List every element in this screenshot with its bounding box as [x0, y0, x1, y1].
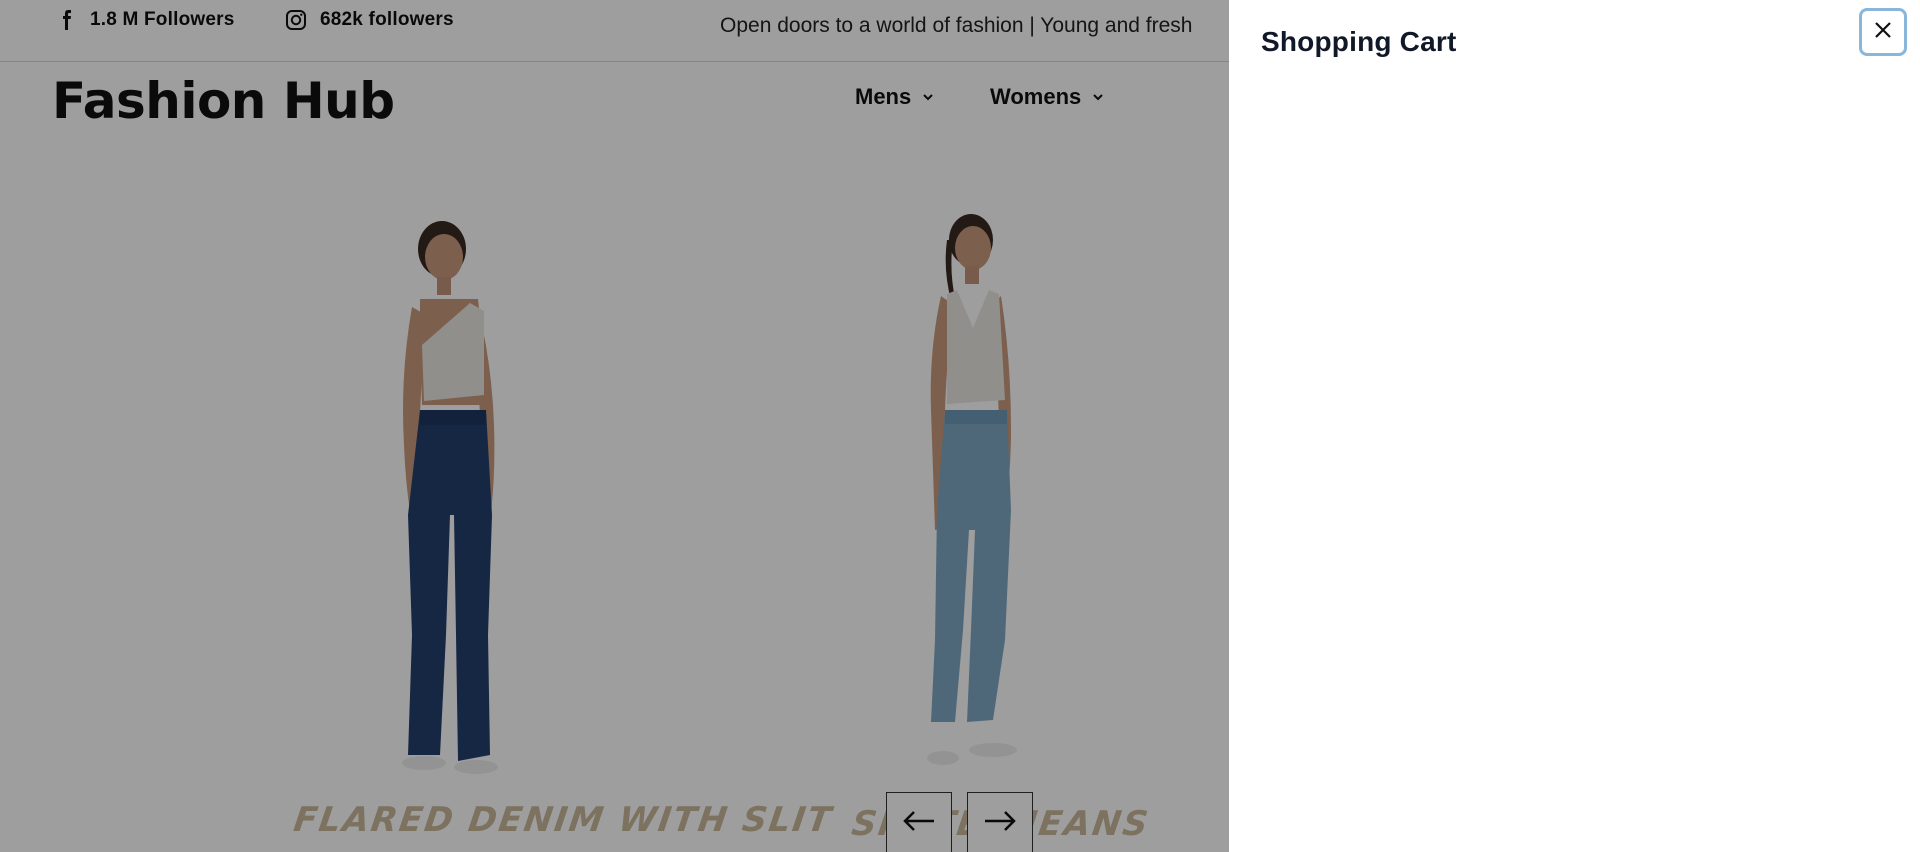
modal-backdrop[interactable] — [0, 0, 1229, 852]
shopping-cart-drawer: Shopping Cart — [1229, 0, 1920, 852]
close-icon — [1872, 19, 1894, 46]
cart-title: Shopping Cart — [1261, 26, 1457, 57]
close-cart-button[interactable] — [1859, 8, 1907, 56]
